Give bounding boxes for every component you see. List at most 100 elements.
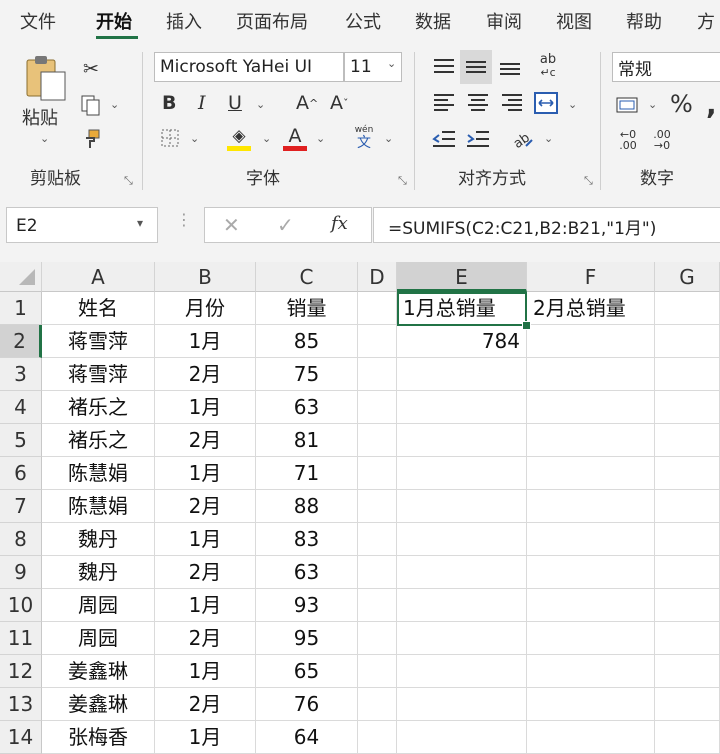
cell-a4[interactable]: 褚乐之 [42,391,155,424]
chevron-down-icon[interactable]: ▾ [137,216,143,230]
cell-e5[interactable] [397,424,527,457]
cell-a5[interactable]: 褚乐之 [42,424,155,457]
cell-g14[interactable] [655,721,720,754]
row-header[interactable]: 4 [0,391,42,424]
cell-f8[interactable] [527,523,655,556]
cell-d8[interactable] [358,523,397,556]
borders-dropdown-icon[interactable]: ⌄ [190,132,199,145]
cell-a2[interactable]: 蒋雪萍 [42,325,155,358]
cell-e2[interactable]: 784 [397,325,527,358]
cell-g5[interactable] [655,424,720,457]
cell-e7[interactable] [397,490,527,523]
cell-g7[interactable] [655,490,720,523]
italic-button[interactable]: I [198,92,206,114]
drag-handle-icon[interactable]: ⋮ [176,210,192,229]
cell-b3[interactable]: 2月 [155,358,256,391]
cell-f11[interactable] [527,622,655,655]
column-header-d[interactable]: D [358,262,397,292]
tab-review[interactable]: 审阅 [486,8,522,34]
cell-f5[interactable] [527,424,655,457]
align-right-icon[interactable] [498,90,526,116]
underline-dropdown-icon[interactable]: ⌄ [256,98,265,111]
decrease-decimal-icon[interactable]: .00 →0 [648,126,676,154]
cell-d13[interactable] [358,688,397,721]
align-center-icon[interactable] [464,90,492,116]
cell-a7[interactable]: 陈慧娟 [42,490,155,523]
cell-d14[interactable] [358,721,397,754]
cut-icon[interactable]: ✂ [78,56,104,82]
orientation-icon[interactable]: ab [508,124,536,152]
row-header[interactable]: 11 [0,622,42,655]
cell-f9[interactable] [527,556,655,589]
font-name-combo[interactable]: Microsoft YaHei UI [154,52,344,82]
row-header[interactable]: 14 [0,721,42,754]
column-header-f[interactable]: F [527,262,655,292]
cell-g9[interactable] [655,556,720,589]
format-painter-icon[interactable] [78,126,104,152]
font-color-icon[interactable]: A [282,124,308,152]
alignment-launcher-icon[interactable]: ⤡ [584,174,593,188]
cell-c5[interactable]: 81 [256,424,358,457]
cell-a8[interactable]: 魏丹 [42,523,155,556]
number-format-combo[interactable]: 常规 [612,52,720,82]
cell-b8[interactable]: 1月 [155,523,256,556]
cell-b7[interactable]: 2月 [155,490,256,523]
paste-icon[interactable] [22,54,68,102]
cell-g2[interactable] [655,325,720,358]
paste-button-label[interactable]: 粘贴 [22,104,58,130]
row-header[interactable]: 8 [0,523,42,556]
borders-icon[interactable] [158,126,182,150]
cell-b2[interactable]: 1月 [155,325,256,358]
cell-c12[interactable]: 65 [256,655,358,688]
accounting-format-icon[interactable] [614,92,642,118]
cell-b11[interactable]: 2月 [155,622,256,655]
underline-button[interactable]: U [228,92,242,114]
cell-a10[interactable]: 周园 [42,589,155,622]
increase-font-icon[interactable]: A ^ [296,92,318,114]
row-header[interactable]: 9 [0,556,42,589]
cell-c2[interactable]: 85 [256,325,358,358]
row-header[interactable]: 1 [0,292,42,325]
cell-d6[interactable] [358,457,397,490]
cell-c3[interactable]: 75 [256,358,358,391]
cell-a1[interactable]: 姓名 [42,292,155,325]
align-middle-icon[interactable] [460,50,492,84]
decrease-font-icon[interactable]: Aˇ [330,92,349,114]
cell-b13[interactable]: 2月 [155,688,256,721]
tab-insert[interactable]: 插入 [166,8,202,34]
align-top-icon[interactable] [430,52,458,82]
tab-file[interactable]: 文件 [20,8,56,34]
cell-d4[interactable] [358,391,397,424]
row-header[interactable]: 13 [0,688,42,721]
cell-g12[interactable] [655,655,720,688]
insert-function-button[interactable]: fx [331,213,348,234]
cell-b6[interactable]: 1月 [155,457,256,490]
cell-c7[interactable]: 88 [256,490,358,523]
cell-d2[interactable] [358,325,397,358]
row-header[interactable]: 5 [0,424,42,457]
cell-e13[interactable] [397,688,527,721]
cell-e8[interactable] [397,523,527,556]
accounting-dropdown-icon[interactable]: ⌄ [648,98,657,111]
increase-decimal-icon[interactable]: ←0.00 [614,126,642,154]
paste-dropdown-icon[interactable]: ⌄ [40,132,49,145]
cell-d12[interactable] [358,655,397,688]
select-all-corner[interactable] [0,262,42,292]
bold-button[interactable]: B [162,92,176,114]
percent-style-button[interactable]: % [670,90,693,118]
copy-icon[interactable] [76,92,106,118]
tab-more[interactable]: 方 [697,8,715,34]
font-launcher-icon[interactable]: ⤡ [398,174,407,188]
cell-d3[interactable] [358,358,397,391]
font-color-dropdown-icon[interactable]: ⌄ [316,132,325,145]
cell-e6[interactable] [397,457,527,490]
formula-input[interactable]: =SUMIFS(C2:C21,B2:B21,"1月") [373,207,720,243]
tab-formulas[interactable]: 公式 [345,8,381,34]
column-header-a[interactable]: A [42,262,155,292]
cell-g6[interactable] [655,457,720,490]
cell-a11[interactable]: 周园 [42,622,155,655]
decrease-indent-icon[interactable] [430,126,458,152]
tab-view[interactable]: 视图 [556,8,592,34]
cell-f13[interactable] [527,688,655,721]
cell-d5[interactable] [358,424,397,457]
